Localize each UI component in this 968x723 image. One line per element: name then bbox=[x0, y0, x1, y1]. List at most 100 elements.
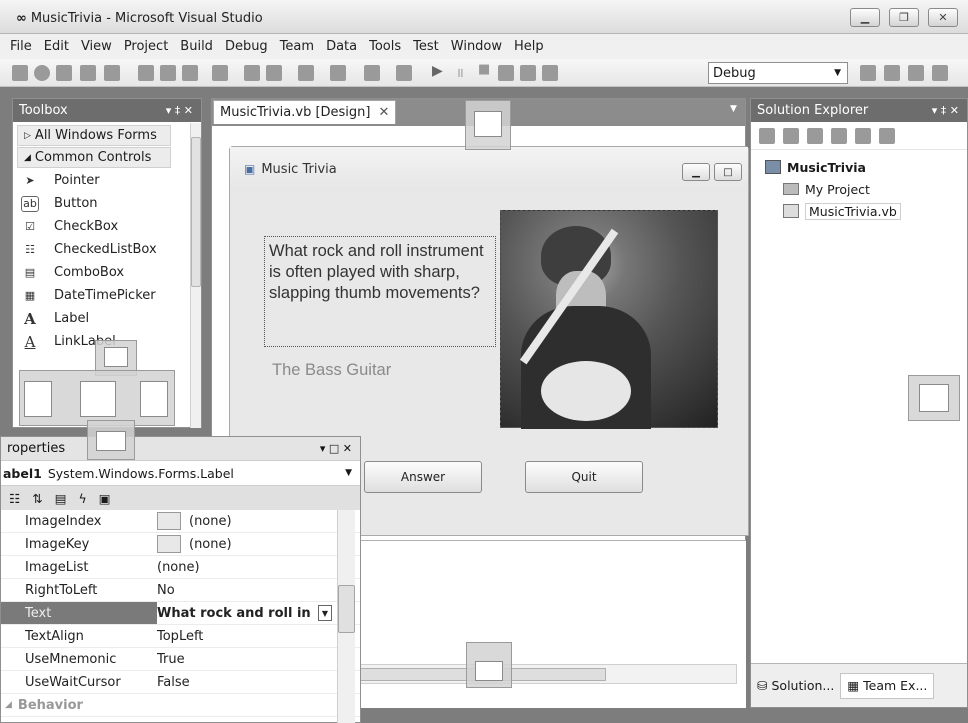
refresh-icon[interactable] bbox=[807, 127, 823, 144]
property-row-textalign[interactable]: TextAlign TopLeft bbox=[1, 625, 360, 648]
answer-button[interactable]: Answer bbox=[364, 461, 482, 493]
toolbox-scrollbar-thumb[interactable] bbox=[191, 137, 201, 287]
property-row-righttoleft[interactable]: RightToLeft No bbox=[1, 579, 360, 602]
menu-project[interactable]: Project bbox=[118, 39, 174, 54]
alphabetical-icon[interactable]: ⇅ bbox=[32, 491, 42, 506]
answer-label[interactable]: The Bass Guitar bbox=[272, 361, 391, 380]
question-label[interactable]: What rock and roll instrument is often p… bbox=[264, 236, 496, 347]
menu-view[interactable]: View bbox=[75, 39, 118, 54]
step-into-icon[interactable] bbox=[498, 65, 514, 81]
solution-configuration-dropdown[interactable]: Debug ▼ bbox=[708, 62, 848, 84]
comment-icon[interactable] bbox=[244, 65, 260, 81]
view-designer-icon[interactable] bbox=[855, 127, 871, 144]
minimize-button[interactable]: ▁ bbox=[850, 8, 880, 27]
undo-icon[interactable] bbox=[298, 65, 314, 81]
navigate-forward-icon[interactable] bbox=[396, 65, 412, 81]
open-file-icon[interactable] bbox=[56, 65, 72, 81]
guitarist-picturebox[interactable] bbox=[500, 210, 718, 429]
toolbox-item-checkbox[interactable]: ☑ CheckBox bbox=[13, 215, 201, 238]
properties-controls[interactable]: ▾ □ ✕ bbox=[320, 442, 352, 455]
new-project-icon[interactable] bbox=[12, 65, 28, 81]
categorized-icon[interactable]: ☷ bbox=[9, 491, 20, 506]
toolbox-scrollbar[interactable] bbox=[190, 123, 201, 428]
designer-horizontal-scrollbar[interactable] bbox=[355, 664, 737, 684]
menu-team[interactable]: Team bbox=[274, 39, 320, 54]
find-icon[interactable] bbox=[212, 65, 228, 81]
uncomment-icon[interactable] bbox=[266, 65, 282, 81]
redo-icon[interactable] bbox=[330, 65, 346, 81]
property-row-imageindex[interactable]: ImageIndex (none) bbox=[1, 510, 360, 533]
events-icon[interactable]: ϟ bbox=[79, 491, 87, 506]
toolbox-item-checkedlistbox[interactable]: ☷ CheckedListBox bbox=[13, 238, 201, 261]
toolbox-icon[interactable] bbox=[932, 65, 948, 81]
toolbox-controls[interactable]: ▾ ‡ ✕ bbox=[166, 104, 193, 117]
properties-scrollbar-thumb[interactable] bbox=[338, 585, 355, 633]
property-category-behavior[interactable]: ◢ Behavior bbox=[1, 694, 360, 717]
menu-help[interactable]: Help bbox=[508, 39, 550, 54]
close-tab-icon[interactable]: ✕ bbox=[378, 105, 389, 120]
properties-window-icon[interactable] bbox=[884, 65, 900, 81]
menu-file[interactable]: File bbox=[4, 39, 38, 54]
properties-view-icon[interactable]: ▤ bbox=[55, 491, 67, 506]
step-over-icon[interactable] bbox=[520, 65, 536, 81]
toolbox-item-datetimepicker[interactable]: ▦ DateTimePicker bbox=[13, 284, 201, 307]
tree-item-musictrivia-vb[interactable]: MusicTrivia.vb bbox=[765, 200, 967, 222]
dock-guide-compass-bottom[interactable] bbox=[87, 420, 135, 460]
toolbox-group-common[interactable]: ◢ Common Controls bbox=[17, 147, 171, 168]
dock-center-icon[interactable] bbox=[80, 381, 116, 417]
property-row-imagelist[interactable]: ImageList (none) bbox=[1, 556, 360, 579]
cut-icon[interactable] bbox=[138, 65, 154, 81]
restore-button[interactable]: ❐ bbox=[889, 8, 919, 27]
menu-test[interactable]: Test bbox=[407, 39, 445, 54]
menu-tools[interactable]: Tools bbox=[363, 39, 407, 54]
copy-icon[interactable] bbox=[160, 65, 176, 81]
class-diagram-icon[interactable] bbox=[879, 127, 895, 144]
menu-edit[interactable]: Edit bbox=[38, 39, 75, 54]
solution-explorer-controls[interactable]: ▾ ‡ ✕ bbox=[932, 104, 959, 117]
save-icon[interactable] bbox=[80, 65, 96, 81]
tab-team-explorer[interactable]: ▦ Team Ex... bbox=[840, 672, 935, 699]
dock-guide-right[interactable] bbox=[908, 375, 960, 421]
show-all-files-icon[interactable] bbox=[783, 127, 799, 144]
start-debugging-icon[interactable]: ▶ bbox=[432, 63, 443, 79]
form-minimize-button[interactable]: ▁ bbox=[682, 163, 710, 181]
toolbox-item-combobox[interactable]: ▤ ComboBox bbox=[13, 261, 201, 284]
tree-item-my-project[interactable]: My Project bbox=[765, 178, 967, 200]
property-row-usemnemonic[interactable]: UseMnemonic True bbox=[1, 648, 360, 671]
properties-object-selector[interactable]: abel1 System.Windows.Forms.Label ▼ bbox=[1, 460, 360, 486]
tab-solution-explorer[interactable]: ⛁ Solution... bbox=[751, 678, 840, 693]
object-browser-icon[interactable] bbox=[908, 65, 924, 81]
tab-musictrivia-design[interactable]: MusicTrivia.vb [Design] ✕ bbox=[213, 100, 396, 124]
menu-data[interactable]: Data bbox=[320, 39, 363, 54]
properties-scrollbar[interactable] bbox=[337, 510, 355, 723]
dock-right-icon[interactable] bbox=[140, 381, 168, 417]
dock-left-icon[interactable] bbox=[24, 381, 52, 417]
property-row-text[interactable]: Text What rock and roll in ▼ bbox=[1, 602, 360, 625]
property-row-imagekey[interactable]: ImageKey (none) bbox=[1, 533, 360, 556]
save-all-icon[interactable] bbox=[104, 65, 120, 81]
toolbox-item-label[interactable]: A Label bbox=[13, 307, 201, 330]
view-code-icon[interactable] bbox=[831, 127, 847, 144]
dock-guide-top[interactable] bbox=[465, 100, 511, 150]
dock-guide-compass[interactable] bbox=[19, 370, 175, 426]
navigate-backward-icon[interactable] bbox=[364, 65, 380, 81]
find-in-files-icon[interactable] bbox=[860, 65, 876, 81]
tab-list-icon[interactable]: ▼ bbox=[730, 104, 737, 114]
quit-button[interactable]: Quit bbox=[525, 461, 643, 493]
dock-guide-bottom[interactable] bbox=[466, 642, 512, 688]
toolbox-item-pointer[interactable]: ➤ Pointer bbox=[13, 169, 201, 192]
toolbox-group-all[interactable]: ▷ All Windows Forms bbox=[17, 125, 171, 146]
close-button[interactable]: ✕ bbox=[928, 8, 958, 27]
text-dropdown-button[interactable]: ▼ bbox=[318, 605, 332, 621]
stop-debugging-icon[interactable]: ■ bbox=[478, 62, 490, 77]
add-item-icon[interactable] bbox=[34, 65, 50, 81]
menu-window[interactable]: Window bbox=[445, 39, 508, 54]
tree-item-project[interactable]: MusicTrivia bbox=[765, 156, 967, 178]
property-pages-icon[interactable]: ▣ bbox=[99, 491, 111, 506]
property-row-usewaitcursor[interactable]: UseWaitCursor False bbox=[1, 671, 360, 694]
toolbox-item-button[interactable]: ab Button bbox=[13, 192, 201, 215]
step-out-icon[interactable] bbox=[542, 65, 558, 81]
paste-icon[interactable] bbox=[182, 65, 198, 81]
menu-debug[interactable]: Debug bbox=[219, 39, 274, 54]
menu-build[interactable]: Build bbox=[174, 39, 219, 54]
